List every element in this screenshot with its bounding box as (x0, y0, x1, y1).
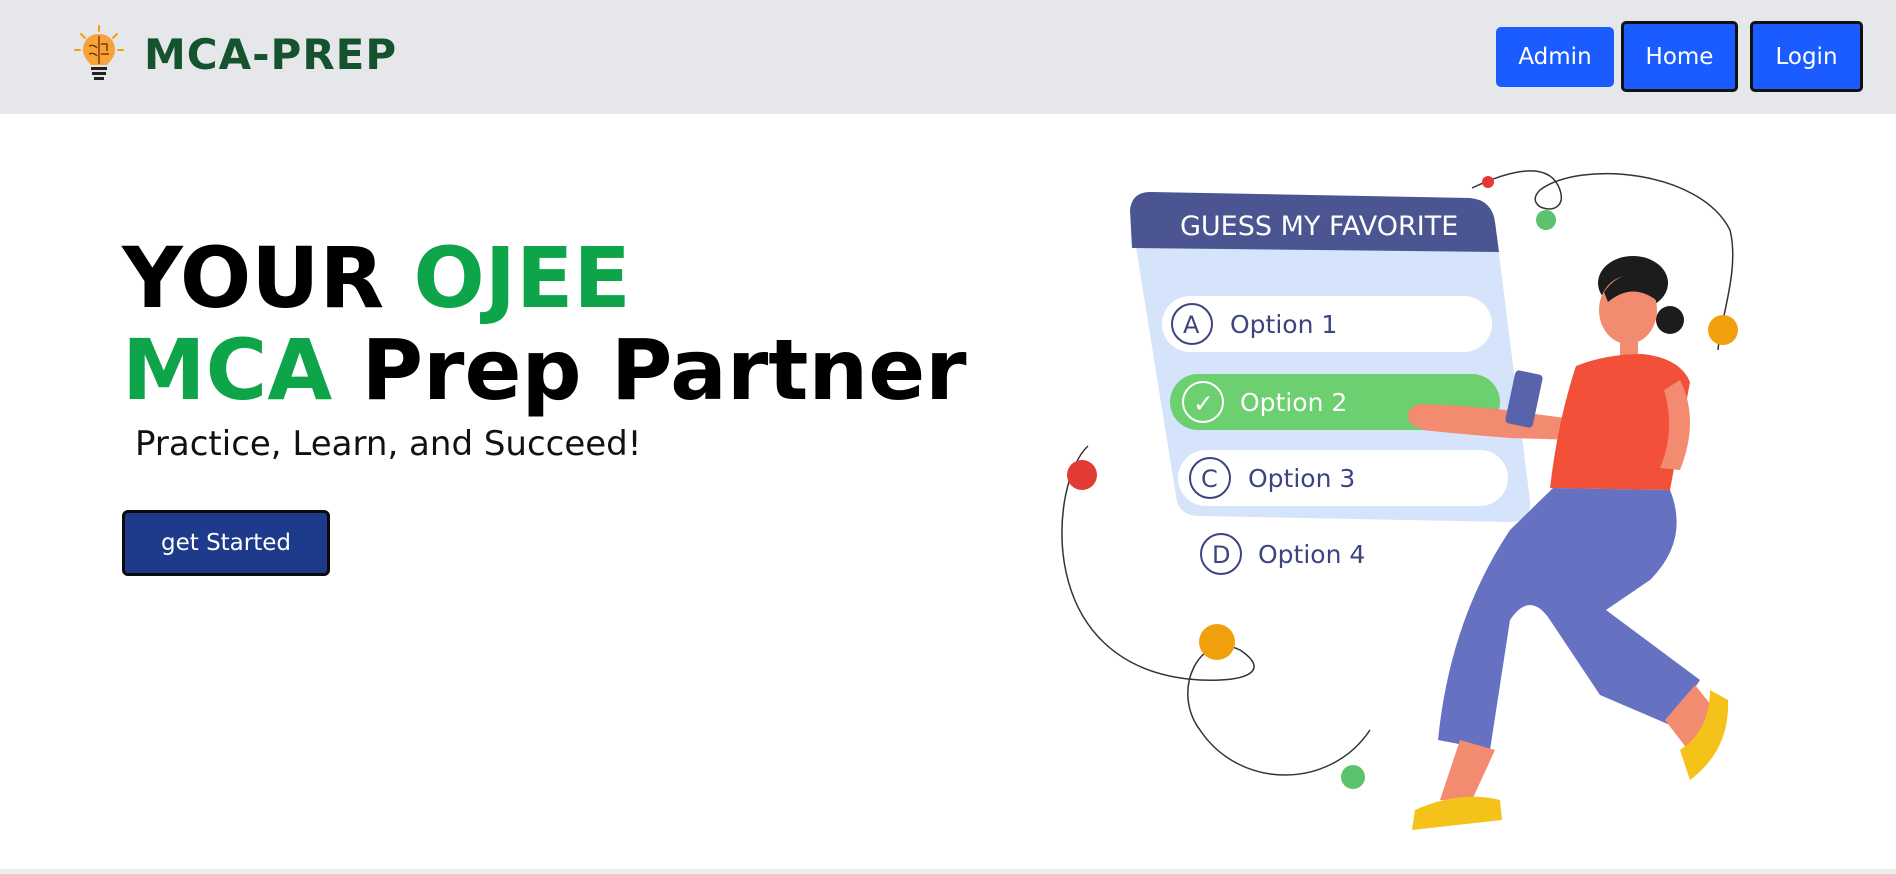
top-navbar: MCA-PREP Admin Home Login (0, 0, 1896, 114)
svg-text:C: C (1201, 465, 1218, 493)
option-3-label: Option 3 (1248, 464, 1355, 493)
get-started-button[interactable]: get Started (122, 510, 330, 576)
option-4-label: Option 4 (1258, 540, 1365, 569)
hero-title-accent-ojee: OJEE (413, 229, 631, 327)
login-button[interactable]: Login (1750, 21, 1863, 92)
brand[interactable]: MCA-PREP (74, 24, 397, 84)
orange-dot-decoration (1199, 624, 1235, 660)
quiz-illustration: GUESS MY FAVORITE A Option 1 ✓ Option 2 … (1061, 170, 1738, 830)
lightbulb-brain-icon (74, 25, 124, 80)
hero-title-part1: YOUR (122, 229, 414, 327)
option-1-label: Option 1 (1230, 310, 1337, 339)
red-dot-decoration (1067, 460, 1097, 490)
card-title: GUESS MY FAVORITE (1180, 211, 1458, 242)
checkmark-icon: ✓ (1193, 389, 1214, 418)
svg-text:A: A (1183, 311, 1200, 339)
hero-title-accent-mca: MCA (122, 321, 333, 419)
svg-text:D: D (1212, 541, 1230, 569)
home-button[interactable]: Home (1621, 21, 1738, 92)
hero-subtitle: Practice, Learn, and Succeed! (135, 424, 642, 464)
hero-title: YOUR OJEE MCA Prep Partner (122, 232, 967, 416)
admin-button[interactable]: Admin (1496, 27, 1614, 87)
green-dot-decoration (1341, 765, 1365, 789)
quiz-card: GUESS MY FAVORITE A Option 1 ✓ Option 2 … (1130, 192, 1531, 582)
option-2-label: Option 2 (1240, 388, 1347, 417)
brand-name: MCA-PREP (144, 29, 398, 79)
page-bottom-divider (0, 869, 1896, 874)
hero-title-part2: Prep Partner (332, 321, 967, 419)
